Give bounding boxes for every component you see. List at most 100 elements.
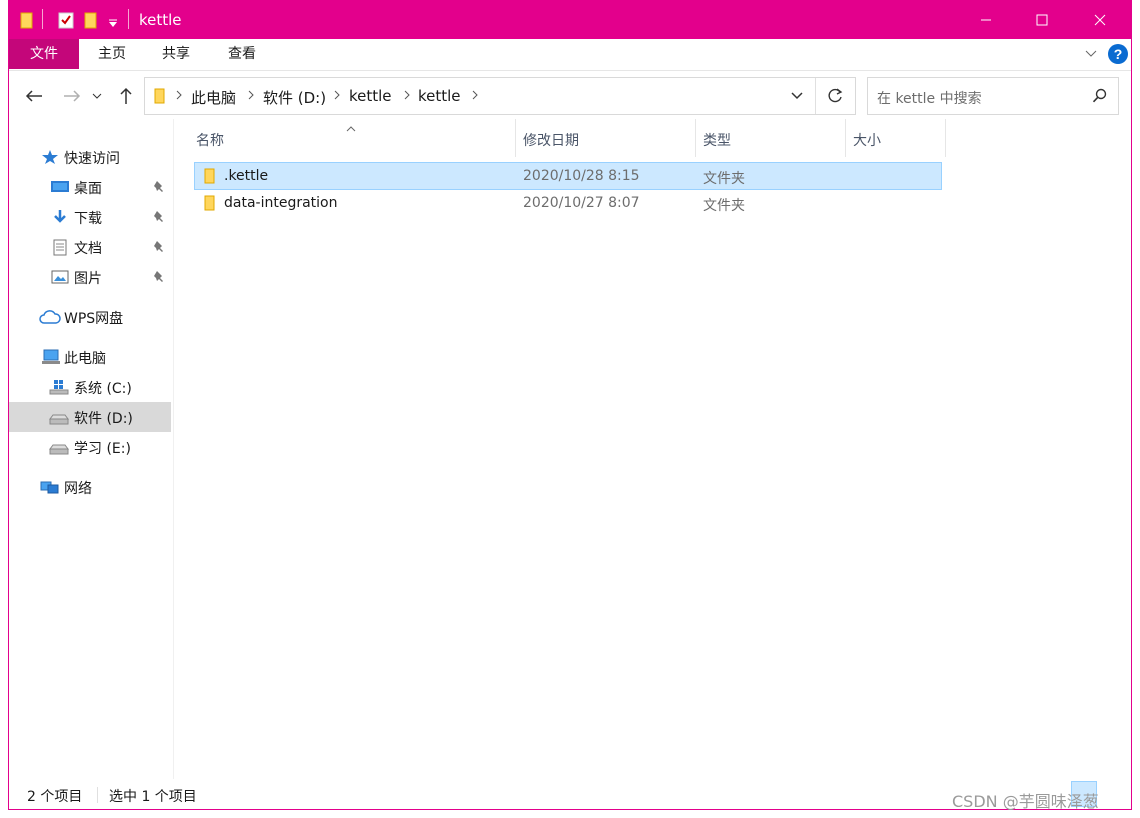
sidebar-item-label: 此电脑 xyxy=(64,351,106,367)
recent-locations-button[interactable] xyxy=(89,83,105,109)
sidebar-item-drive-d[interactable]: 软件 (D:) xyxy=(9,402,171,432)
breadcrumb-this-pc[interactable]: 此电脑 xyxy=(191,87,236,108)
title-bar: kettle xyxy=(9,1,1131,39)
folder-icon xyxy=(203,167,217,189)
pin-icon[interactable] xyxy=(153,240,165,258)
chevron-right-icon xyxy=(333,89,341,105)
address-bar[interactable]: 此电脑 软件 (D:) kettle kettle xyxy=(144,77,856,115)
drive-icon xyxy=(49,379,69,399)
sidebar-item-this-pc[interactable]: 此电脑 xyxy=(9,342,171,372)
sidebar-item-label: 系统 (C:) xyxy=(74,381,132,397)
file-type: 文件夹 xyxy=(703,171,745,187)
file-name: data-integration xyxy=(224,195,338,211)
file-modified: 2020/10/27 8:07 xyxy=(523,195,640,211)
selection-count: 选中 1 个项目 xyxy=(109,789,197,805)
chevron-right-icon xyxy=(247,89,255,105)
computer-icon xyxy=(41,349,61,369)
window-title: kettle xyxy=(139,11,182,29)
close-icon xyxy=(1094,14,1106,26)
minimize-button[interactable] xyxy=(963,1,1009,39)
picture-icon xyxy=(51,269,69,289)
large-icons-view-button[interactable] xyxy=(1099,781,1125,807)
sidebar-item-label: 学习 (E:) xyxy=(74,441,131,457)
folder-icon xyxy=(153,87,167,109)
chevron-down-icon[interactable] xyxy=(1084,46,1098,64)
ribbon-tabs: 文件 主页 共享 查看 ? xyxy=(9,39,1131,71)
column-header-type[interactable]: 类型 xyxy=(696,119,845,157)
chevron-right-icon xyxy=(175,89,183,105)
chevron-right-icon xyxy=(403,89,411,105)
column-header-size[interactable]: 大小 xyxy=(846,119,945,157)
pin-icon[interactable] xyxy=(153,180,165,198)
tab-file[interactable]: 文件 xyxy=(9,39,79,69)
sidebar-item-quick-access[interactable]: 快速访问 xyxy=(9,142,171,172)
explorer-window: kettle 文件 主页 共享 查看 ? 此电脑 软件 (D:) kettle … xyxy=(8,0,1132,810)
file-name: .kettle xyxy=(224,168,269,184)
address-dropdown-icon[interactable] xyxy=(790,90,804,106)
sidebar-item-documents[interactable]: 文档 xyxy=(9,232,171,262)
separator xyxy=(97,787,98,803)
folder-icon xyxy=(19,10,35,30)
pin-icon[interactable] xyxy=(153,270,165,288)
recent-icon xyxy=(92,93,102,99)
maximize-button[interactable] xyxy=(1019,1,1065,39)
sidebar-item-pictures[interactable]: 图片 xyxy=(9,262,171,292)
sidebar-item-drive-e[interactable]: 学习 (E:) xyxy=(9,432,171,462)
checkbox-icon[interactable] xyxy=(57,10,75,30)
file-type: 文件夹 xyxy=(703,198,745,214)
sidebar-item-label: 文档 xyxy=(74,241,102,257)
new-folder-icon[interactable] xyxy=(83,10,99,30)
tab-home[interactable]: 主页 xyxy=(81,39,143,69)
sidebar-item-label: 桌面 xyxy=(74,181,102,197)
sidebar-item-network[interactable]: 网络 xyxy=(9,472,171,502)
column-divider[interactable] xyxy=(945,119,946,157)
item-count: 2 个项目 xyxy=(27,789,83,805)
back-icon xyxy=(25,90,42,102)
forward-button[interactable] xyxy=(59,83,85,109)
search-icon[interactable] xyxy=(1092,88,1108,108)
dropdown-icon[interactable] xyxy=(107,10,119,30)
maximize-icon xyxy=(1036,14,1048,26)
up-icon xyxy=(120,87,132,104)
tab-view[interactable]: 查看 xyxy=(211,39,273,69)
sidebar-item-label: 软件 (D:) xyxy=(74,411,133,427)
breadcrumb-drive-d[interactable]: 软件 (D:) xyxy=(263,87,326,108)
table-row[interactable]: .kettle 2020/10/28 8:15 文件夹 xyxy=(194,162,942,190)
watermark: CSDN @芋圆味泽葱 xyxy=(952,792,1099,811)
sidebar-item-drive-c[interactable]: 系统 (C:) xyxy=(9,372,171,402)
sidebar-item-label: WPS网盘 xyxy=(64,311,124,327)
sidebar-item-desktop[interactable]: 桌面 xyxy=(9,172,171,202)
breadcrumb-kettle[interactable]: kettle xyxy=(349,87,392,105)
separator xyxy=(815,78,816,114)
column-header-label: 修改日期 xyxy=(523,133,579,149)
sidebar-item-label: 快速访问 xyxy=(64,151,120,167)
minimize-icon xyxy=(981,19,991,21)
folder-icon xyxy=(203,194,217,216)
pin-icon[interactable] xyxy=(153,210,165,228)
sort-ascending-icon xyxy=(346,120,356,136)
navigation-bar: 此电脑 软件 (D:) kettle kettle 在 kettle 中搜索 xyxy=(9,73,1131,119)
up-button[interactable] xyxy=(113,83,139,109)
download-icon xyxy=(51,209,69,229)
separator xyxy=(42,9,43,29)
sidebar-item-label: 下载 xyxy=(74,211,102,227)
sidebar-item-downloads[interactable]: 下载 xyxy=(9,202,171,232)
sidebar-item-label: 网络 xyxy=(64,481,92,497)
search-input[interactable]: 在 kettle 中搜索 xyxy=(867,77,1119,115)
table-row[interactable]: data-integration 2020/10/27 8:07 文件夹 xyxy=(194,189,942,217)
tab-share[interactable]: 共享 xyxy=(145,39,207,69)
star-icon xyxy=(41,149,59,169)
column-header-name[interactable]: 名称 xyxy=(194,119,515,157)
drive-icon xyxy=(49,439,69,459)
column-header-modified[interactable]: 修改日期 xyxy=(516,119,695,157)
cloud-icon xyxy=(39,309,61,329)
drive-icon xyxy=(49,409,69,429)
sidebar-item-wps-cloud[interactable]: WPS网盘 xyxy=(9,302,171,332)
document-icon xyxy=(52,239,68,260)
file-modified: 2020/10/28 8:15 xyxy=(523,168,640,184)
refresh-icon[interactable] xyxy=(826,87,844,109)
close-button[interactable] xyxy=(1077,1,1123,39)
breadcrumb-kettle-current[interactable]: kettle xyxy=(418,87,461,105)
back-button[interactable] xyxy=(21,83,47,109)
help-icon[interactable]: ? xyxy=(1107,43,1129,69)
